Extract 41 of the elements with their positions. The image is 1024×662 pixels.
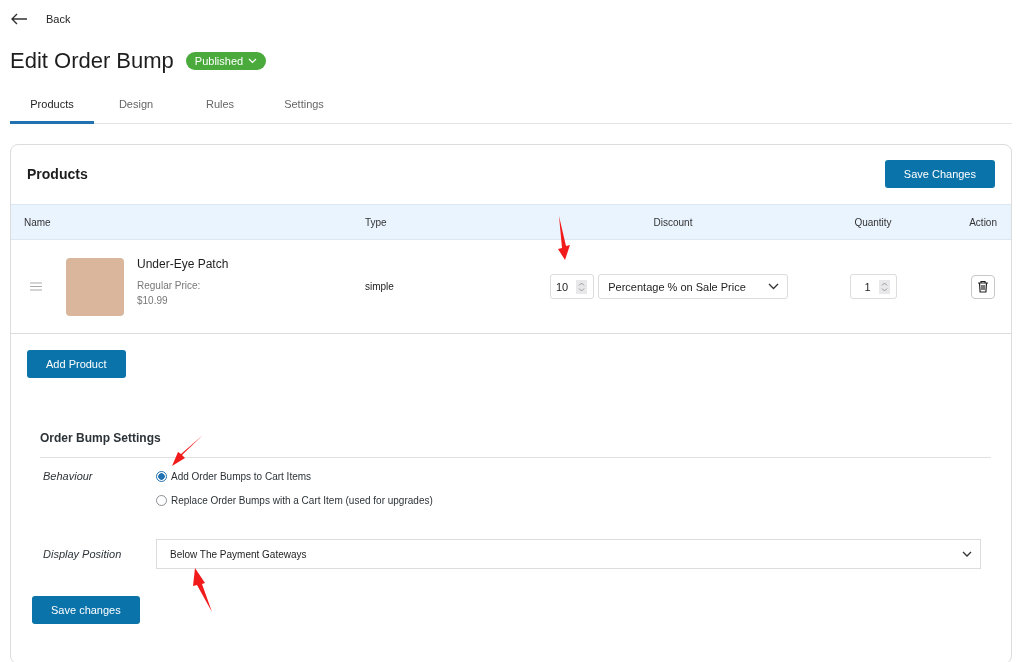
chevron-icon — [768, 283, 780, 290]
section-title: Products — [27, 166, 88, 182]
price: $10.99 — [137, 294, 169, 308]
photo-placeholder — [66, 257, 124, 316]
tab[interactable]: Settings — [262, 88, 346, 124]
save-changes-button[interactable]: Save changes — [32, 596, 140, 624]
radio-option[interactable]: Add Order Bumps to Cart Items — [156, 471, 433, 482]
quantity-input[interactable]: 1 — [849, 274, 897, 299]
column-header: Discount — [652, 216, 694, 228]
spinner-icon — [878, 279, 890, 294]
page-title: Edit Order Bump — [10, 48, 174, 74]
annotation-arrow — [193, 568, 213, 612]
delete-button[interactable] — [971, 274, 995, 299]
display-position-select[interactable]: Below The Payment Gateways — [156, 539, 981, 569]
spinner-icon — [576, 279, 588, 294]
drag-handle-icon[interactable] — [30, 282, 42, 291]
column-header: Action — [968, 216, 998, 228]
chevron-icon — [248, 58, 258, 64]
back-link[interactable]: Back — [46, 13, 71, 25]
field-label: Behaviour — [43, 470, 94, 484]
add-product-button[interactable]: Add Product — [27, 350, 126, 378]
column-header: Quantity — [853, 216, 893, 228]
annotation-arrow — [556, 216, 572, 260]
tab[interactable]: Design — [94, 88, 178, 124]
section-title: Order Bump Settings — [40, 431, 991, 458]
chevron-icon — [962, 551, 972, 557]
back-arrow-icon[interactable] — [10, 13, 28, 25]
tab[interactable]: Products — [10, 88, 94, 124]
radio-label: Add Order Bumps to Cart Items — [171, 471, 312, 482]
column-header: Type — [365, 216, 388, 228]
product-name: Under-Eye Patch — [137, 257, 229, 271]
field-label: Display Position — [43, 548, 123, 560]
tab[interactable]: Rules — [178, 88, 262, 124]
discount-input[interactable]: 10 — [550, 274, 595, 299]
price-label: Regular Price: — [137, 279, 202, 293]
save-changes-button[interactable]: Save Changes — [884, 160, 995, 188]
discount-type-select[interactable]: Percentage % on Sale Price — [598, 274, 789, 299]
trash-icon — [977, 280, 989, 293]
column-header: Name — [23, 216, 52, 228]
product-type: simple — [365, 281, 395, 292]
radio-button[interactable] — [156, 471, 167, 482]
